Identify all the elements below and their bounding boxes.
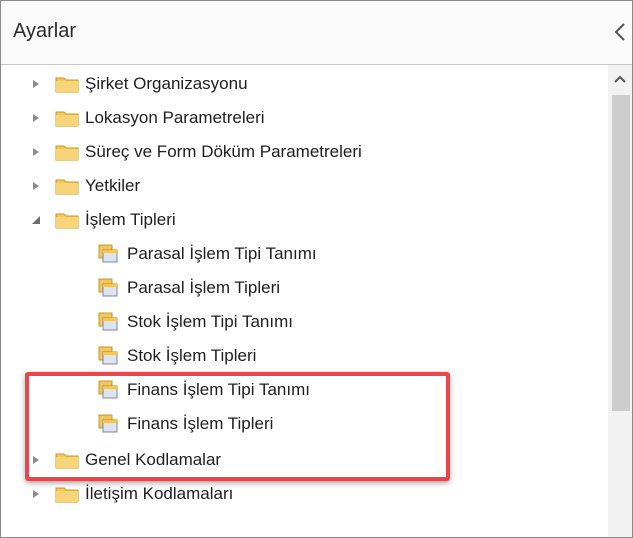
tree-leaf-parasal-islem-tipi-tanimi[interactable]: Parasal İşlem Tipi Tanımı (1, 237, 606, 271)
expand-arrow-icon[interactable] (31, 181, 41, 191)
panel-header: Ayarlar (1, 1, 632, 65)
tree-leaf-stok-islem-tipi-tanimi[interactable]: Stok İşlem Tipi Tanımı (1, 305, 606, 339)
tree-leaf-parasal-islem-tipleri[interactable]: Parasal İşlem Tipleri (1, 271, 606, 305)
tree-leaf-finans-islem-tipleri[interactable]: Finans İşlem Tipleri (1, 407, 606, 441)
vertical-scrollbar[interactable] (608, 65, 632, 537)
tree-item-label: İletişim Kodlamaları (85, 484, 234, 503)
folder-icon (55, 77, 79, 93)
document-folder-icon (98, 278, 118, 297)
tree-item-islem-tipleri[interactable]: İşlem Tipleri (1, 203, 606, 237)
folder-icon (55, 487, 79, 503)
tree-leaf-finans-islem-tipi-tanimi[interactable]: Finans İşlem Tipi Tanımı (1, 373, 606, 407)
document-folder-icon (98, 380, 118, 399)
tree-item-label: Finans İşlem Tipi Tanımı (127, 380, 310, 399)
settings-tree: Şirket Organizasyonu Lokasyon Parametrel… (1, 65, 632, 537)
tree-item-label: Parasal İşlem Tipi Tanımı (127, 244, 317, 263)
expand-arrow-icon[interactable] (31, 489, 41, 499)
tree-item-genel-kodlamalar[interactable]: Genel Kodlamalar (1, 443, 606, 477)
tree-item-label: Finans İşlem Tipleri (127, 414, 274, 433)
tree-item-label: Genel Kodlamalar (85, 450, 222, 469)
collapse-panel-button[interactable] (612, 21, 630, 43)
expand-arrow-icon[interactable] (31, 79, 41, 89)
expand-arrow-icon[interactable] (31, 147, 41, 157)
chevron-up-icon (614, 75, 626, 83)
tree-item-label: Parasal İşlem Tipleri (127, 278, 281, 297)
tree-item-sirket-organizasyonu[interactable]: Şirket Organizasyonu (1, 67, 606, 101)
expand-arrow-icon[interactable] (31, 113, 41, 123)
tree-item-lokasyon-parametreleri[interactable]: Lokasyon Parametreleri (1, 101, 606, 135)
collapse-arrow-icon[interactable] (31, 215, 41, 225)
tree-item-label: Süreç ve Form Döküm Parametreleri (85, 142, 362, 161)
folder-icon (55, 111, 79, 127)
expand-arrow-icon[interactable] (31, 455, 41, 465)
document-folder-icon (98, 312, 118, 331)
tree-item-surec-form-dokum[interactable]: Süreç ve Form Döküm Parametreleri (1, 135, 606, 169)
tree-item-label: Stok İşlem Tipleri (127, 346, 257, 365)
folder-icon (55, 179, 79, 195)
document-folder-icon (98, 414, 118, 433)
panel-title: Ayarlar (13, 20, 76, 42)
scroll-up-button[interactable] (608, 65, 632, 93)
tree-item-label: Şirket Organizasyonu (85, 74, 248, 93)
folder-open-icon (55, 213, 79, 229)
tree-item-label: Stok İşlem Tipi Tanımı (127, 312, 293, 331)
tree-item-iletisim-kodlamalari[interactable]: İletişim Kodlamaları (1, 477, 606, 511)
tree-item-yetkiler[interactable]: Yetkiler (1, 169, 606, 203)
settings-panel: Ayarlar Şirket Organizasyonu Lokasyon Pa… (0, 0, 633, 538)
tree-leaf-stok-islem-tipleri[interactable]: Stok İşlem Tipleri (1, 339, 606, 373)
folder-icon (55, 453, 79, 469)
tree-item-label: Yetkiler (85, 176, 141, 195)
document-folder-icon (98, 346, 118, 365)
document-folder-icon (98, 244, 118, 263)
tree-item-label: Lokasyon Parametreleri (85, 108, 265, 127)
chevron-left-icon (614, 23, 625, 41)
tree-item-label: İşlem Tipleri (85, 210, 176, 229)
folder-icon (55, 145, 79, 161)
scroll-thumb[interactable] (612, 95, 630, 411)
